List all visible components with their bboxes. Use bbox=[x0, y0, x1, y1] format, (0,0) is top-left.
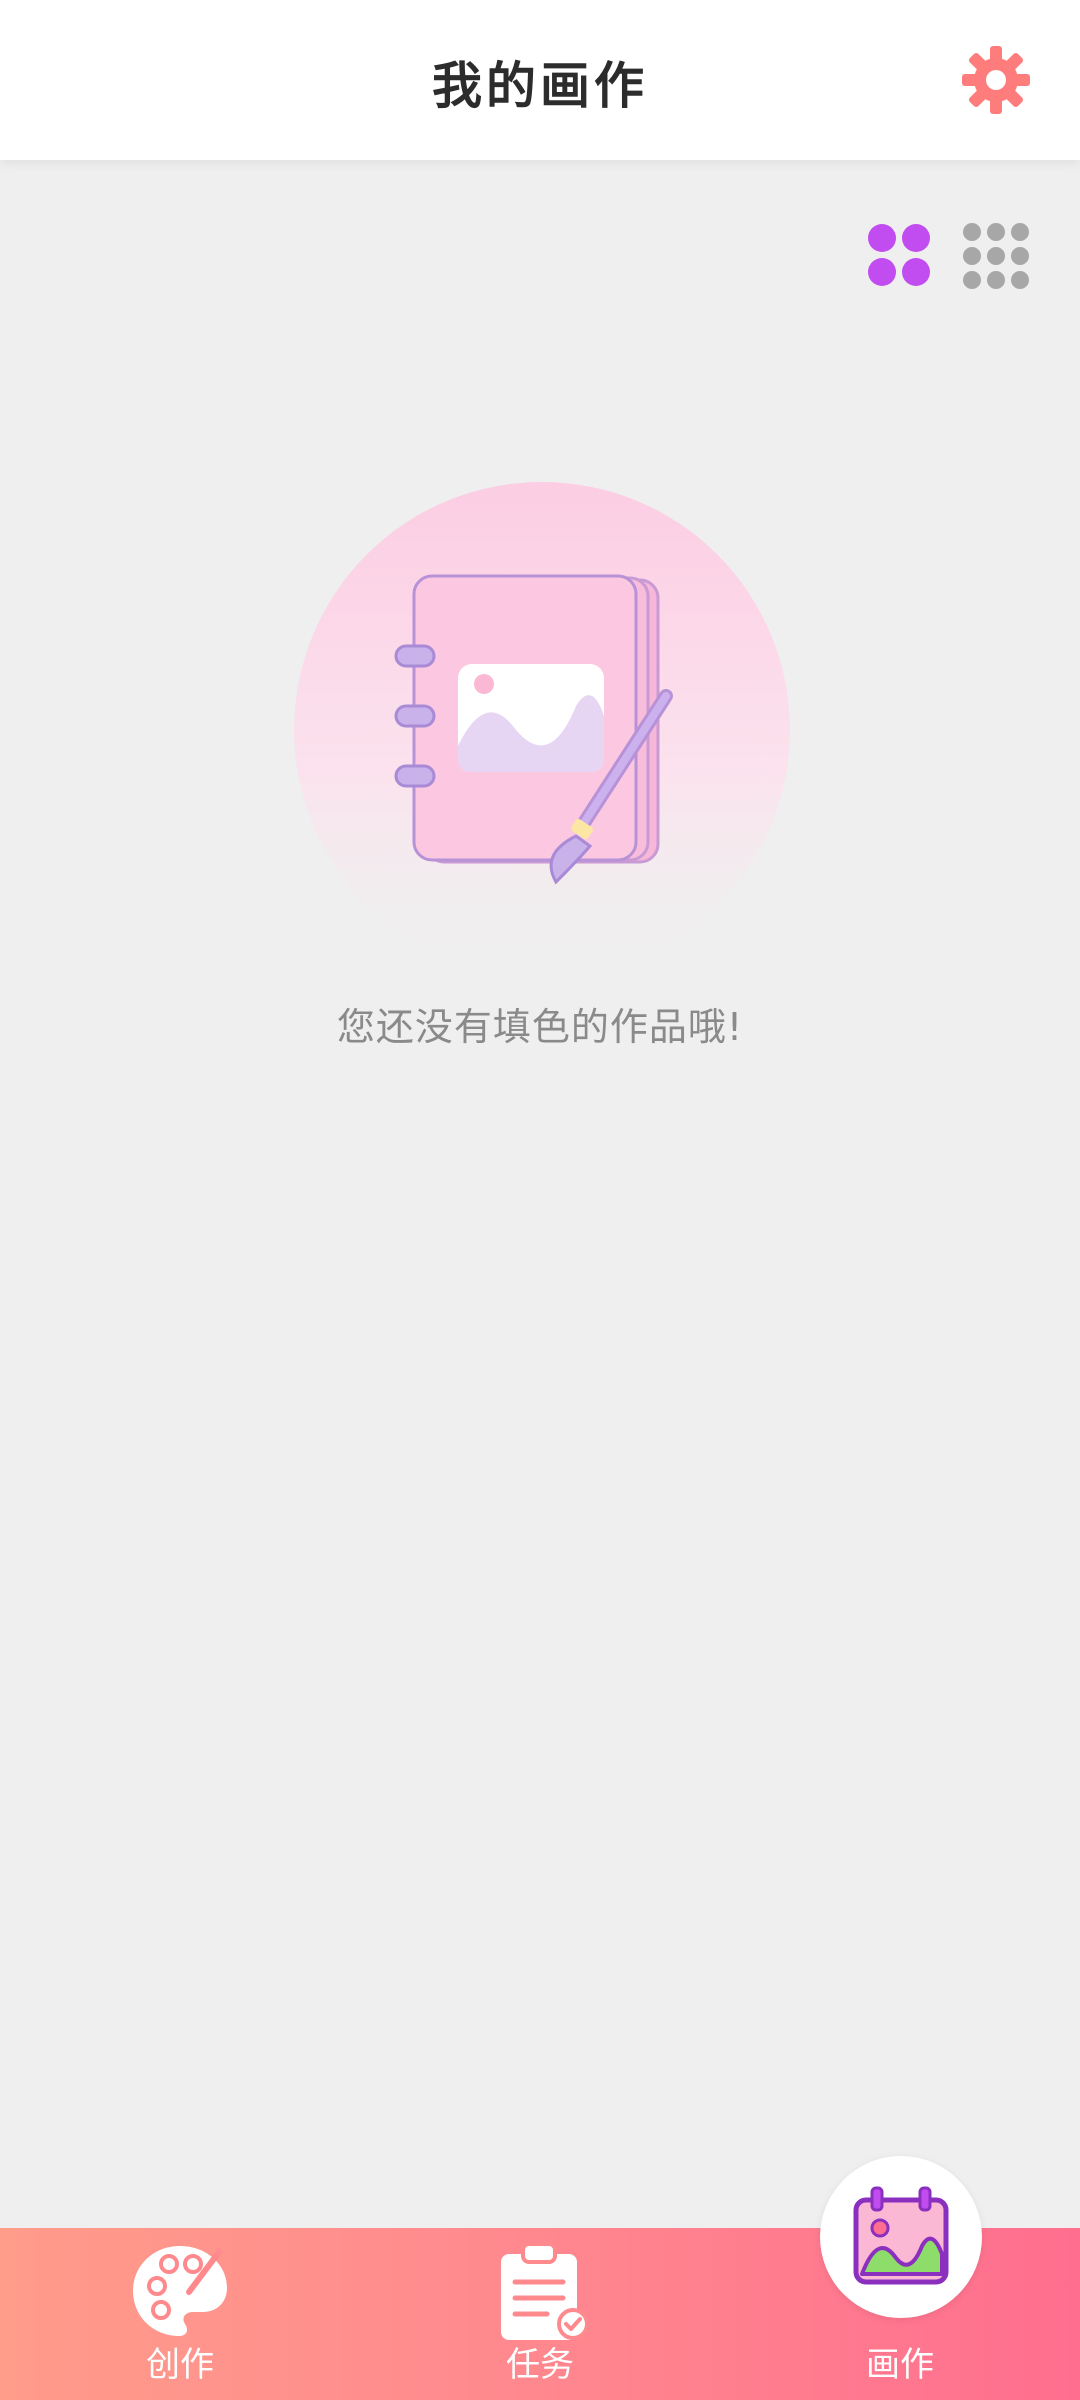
gear-icon bbox=[962, 46, 1030, 114]
grid-2x2-icon bbox=[868, 224, 930, 286]
palette-icon bbox=[133, 2246, 227, 2336]
tab-create-label: 创作 bbox=[146, 2345, 214, 2385]
empty-state-message: 您还没有填色的作品哦! bbox=[336, 1005, 744, 1049]
tab-artworks-label: 画作 bbox=[866, 2345, 934, 2385]
clipboard-check-icon bbox=[501, 2242, 589, 2340]
picture-calendar-icon bbox=[853, 2186, 949, 2285]
empty-state-illustration bbox=[280, 480, 800, 978]
tab-tasks[interactable]: 任务 bbox=[410, 2228, 670, 2400]
notebook-paintbrush-icon bbox=[294, 482, 790, 978]
tab-tasks-label: 任务 bbox=[506, 2345, 574, 2385]
view-small-grid-toggle[interactable] bbox=[962, 222, 1030, 290]
top-bar: 我的画作 bbox=[0, 0, 1080, 160]
app-root: 我的画作 您还没有填色的作品哦! 创作 任务 画作 bbox=[0, 0, 1080, 2400]
settings-button[interactable] bbox=[958, 42, 1034, 118]
view-large-grid-toggle[interactable] bbox=[866, 222, 934, 290]
tab-create[interactable]: 创作 bbox=[50, 2228, 310, 2400]
page-title: 我的画作 bbox=[432, 57, 648, 115]
tab-artworks-active-indicator[interactable] bbox=[820, 2156, 982, 2318]
grid-3x3-icon bbox=[963, 223, 1029, 289]
